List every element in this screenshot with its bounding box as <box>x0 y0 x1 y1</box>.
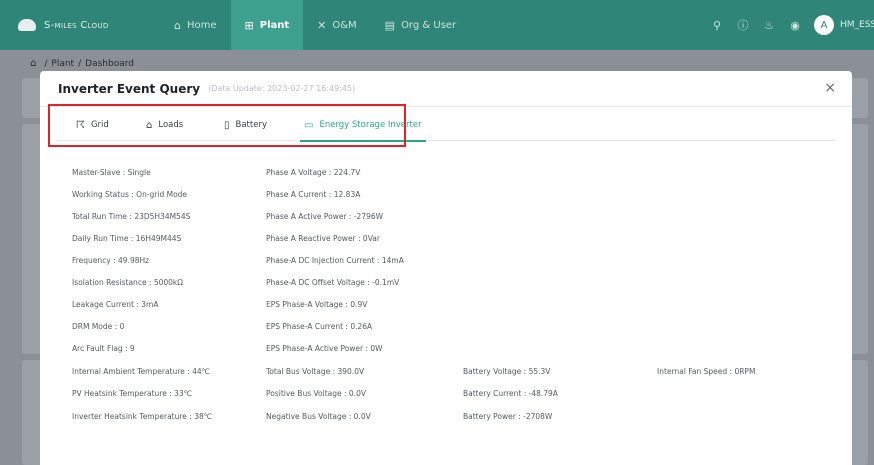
field-master-slave: Master-Slave : Single <box>72 168 151 177</box>
field-phase-a-active-power: Phase A Active Power : -2796W <box>266 212 384 221</box>
close-icon[interactable]: × <box>824 80 836 96</box>
field-battery-power: Battery Power : -2708W <box>463 412 553 421</box>
nav-org-user-label: Org & User <box>401 19 457 31</box>
bell-icon[interactable]: ♨ <box>756 19 782 32</box>
house-icon: ⌂ <box>146 119 153 131</box>
battery-icon: ▯ <box>224 119 230 131</box>
field-pv-heatsink-temperature: PV Heatsink Temperature : 33℃ <box>72 389 193 398</box>
tab-energy-storage-inverter[interactable]: ▭ Energy Storage Inverter <box>300 109 426 142</box>
field-positive-bus-voltage: Positive Bus Voltage : 0.0V <box>266 389 366 398</box>
field-frequency: Frequency : 49.98Hz <box>72 256 150 265</box>
field-internal-fan-speed: Internal Fan Speed : 0RPM <box>657 367 756 376</box>
tab-loads[interactable]: ⌂ Loads <box>146 109 183 141</box>
avatar[interactable]: A <box>814 15 834 35</box>
field-drm-mode: DRM Mode : 0 <box>72 322 125 331</box>
field-total-run-time: Total Run Time : 23D5H34M54S <box>72 212 191 221</box>
field-eps-phase-a-voltage: EPS Phase-A Voltage : 0.9V <box>266 300 368 309</box>
field-phase-a-reactive-power: Phase A Reactive Power : 0Var <box>266 234 380 243</box>
field-leakage-current: Leakage Current : 3mA <box>72 300 159 309</box>
tab-grid-label: Grid <box>90 120 109 130</box>
field-phase-a-voltage: Phase A Voltage : 224.7V <box>266 168 361 177</box>
field-working-status: Working Status : On-grid Mode <box>72 190 188 199</box>
field-negative-bus-voltage: Negative Bus Voltage : 0.0V <box>266 412 371 421</box>
tab-energy-storage-inverter-label: Energy Storage Inverter <box>319 120 422 130</box>
nav-home-label: Home <box>186 19 217 31</box>
field-battery-current: Battery Current : -48.79A <box>463 389 558 398</box>
search-icon[interactable]: ⚲ <box>704 19 730 32</box>
tab-battery-label: Battery <box>235 120 267 130</box>
brand-logo[interactable]: S-miles Cloud <box>0 0 160 50</box>
field-phase-a-dc-injection-current: Phase-A DC Injection Current : 14mA <box>266 256 404 265</box>
field-inverter-heatsink-temperature: Inverter Heatsink Temperature : 38℃ <box>72 412 213 421</box>
field-daily-run-time: Daily Run Time : 16H49M44S <box>72 234 182 243</box>
field-total-bus-voltage: Total Bus Voltage : 390.0V <box>266 367 365 376</box>
field-arc-fault-flag: Arc Fault Flag : 9 <box>72 344 135 353</box>
breadcrumb-dashboard: Dashboard <box>85 58 134 69</box>
nav-om-label: O&M <box>332 19 357 31</box>
field-phase-a-dc-offset-voltage: Phase-A DC Offset Voltage : -0.1mV <box>266 278 400 287</box>
topbar-actions: ⚲ ⓘ ♨ ◉ A HM_ESS_ <box>704 0 874 50</box>
tab-loads-label: Loads <box>158 120 184 130</box>
modal-header: Inverter Event Query (Data Update: 2023-… <box>40 71 852 107</box>
nav-plant-label: Plant <box>259 19 290 31</box>
home-icon: ⌂ <box>174 18 181 32</box>
field-eps-phase-a-active-power: EPS Phase-A Active Power : 0W <box>266 344 383 353</box>
inverter-event-query-modal: Inverter Event Query (Data Update: 2023-… <box>40 71 852 465</box>
list-icon: ▤ <box>384 18 396 32</box>
inverter-icon: ▭ <box>304 119 314 131</box>
breadcrumb-plant[interactable]: Plant <box>51 59 74 69</box>
field-isolation-resistance: Isolation Resistance : 5000kΩ <box>72 278 184 287</box>
nav-plant[interactable]: ⊞ Plant <box>230 0 304 50</box>
tools-icon: ✕ <box>317 18 327 32</box>
breadcrumb-separator: / <box>78 58 82 69</box>
modal-title: Inverter Event Query <box>58 81 201 96</box>
tab-grid[interactable]: ☈ Grid <box>76 109 109 141</box>
grid-icon: ⊞ <box>244 18 254 32</box>
field-battery-voltage: Battery Voltage : 55.3V <box>463 367 551 376</box>
cloud-logo-icon <box>18 19 36 31</box>
breadcrumb: ⌂ / Plant / Dashboard <box>30 58 134 69</box>
breadcrumb-separator: / <box>44 58 48 69</box>
data-update-time: (Data Update: 2023-02-27 16:49:45) <box>208 84 356 93</box>
brand-name: S-miles Cloud <box>44 19 109 31</box>
field-phase-a-current: Phase A Current : 12.83A <box>266 190 361 199</box>
home-icon[interactable]: ⌂ <box>30 58 36 69</box>
help-icon[interactable]: ⓘ <box>730 17 756 33</box>
tab-battery[interactable]: ▯ Battery <box>224 109 267 141</box>
globe-icon[interactable]: ◉ <box>782 19 808 32</box>
nav-om[interactable]: ✕ O&M <box>303 0 371 50</box>
field-internal-ambient-temperature: Internal Ambient Temperature : 44℃ <box>72 367 211 376</box>
username[interactable]: HM_ESS_ <box>840 20 874 30</box>
nav-org-user[interactable]: ▤ Org & User <box>371 0 471 50</box>
top-navigation-bar: S-miles Cloud ⌂ Home ⊞ Plant ✕ O&M ▤ Org… <box>0 0 874 50</box>
nav-home[interactable]: ⌂ Home <box>160 0 231 50</box>
field-eps-phase-a-current: EPS Phase-A Current : 0.26A <box>266 322 373 331</box>
tab-bar: ☈ Grid ⌂ Loads ▯ Battery ▭ Energy Storag… <box>56 109 836 142</box>
power-tower-icon: ☈ <box>76 119 85 131</box>
